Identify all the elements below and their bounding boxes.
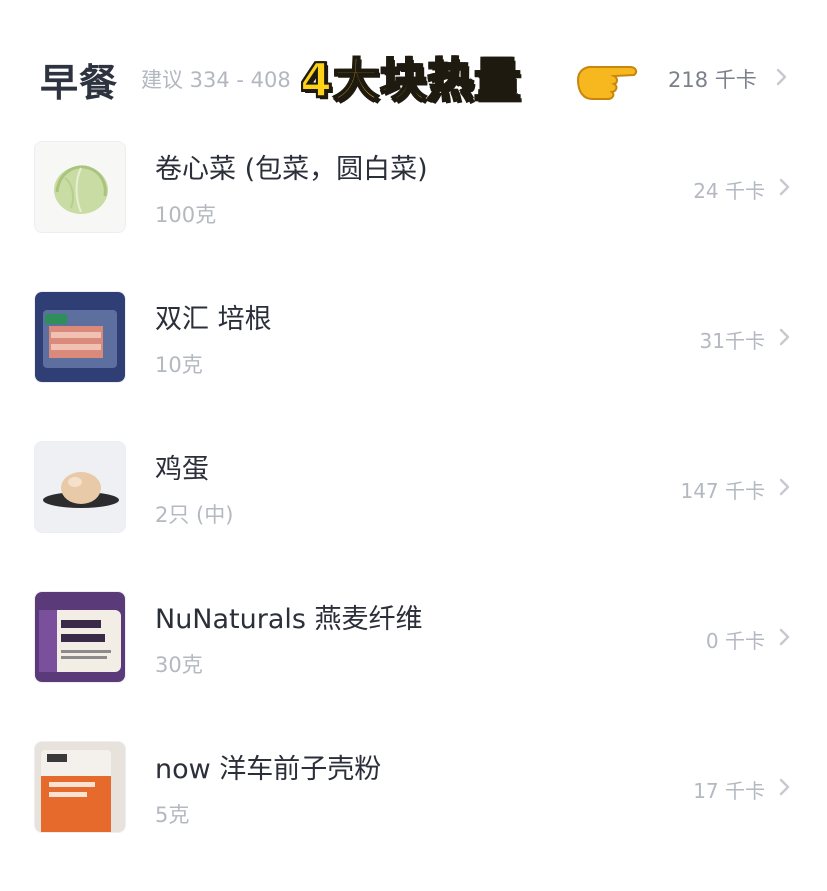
food-name: now 洋车前子壳粉 xyxy=(155,754,382,785)
chevron-right-icon xyxy=(779,628,790,646)
food-name: 双汇 培根 xyxy=(155,304,272,335)
food-item[interactable]: 卷心菜 (包菜，圆白菜) 100克 24 千卡 xyxy=(0,141,827,291)
oat-fiber-package-thumbnail xyxy=(34,591,126,683)
food-name: NuNaturals 燕麦纤维 xyxy=(155,604,423,635)
food-amount: 30克 xyxy=(155,653,203,677)
food-calories: 0 千卡 xyxy=(705,629,765,653)
food-calories: 147 千卡 xyxy=(680,479,765,503)
food-calories: 17 千卡 xyxy=(693,779,765,803)
chevron-right-icon xyxy=(776,68,787,86)
chevron-right-icon xyxy=(779,328,790,346)
bacon-package-thumbnail xyxy=(34,291,126,383)
food-item[interactable]: NuNaturals 燕麦纤维 30克 0 千卡 xyxy=(0,591,827,741)
food-calories: 31千卡 xyxy=(699,329,765,353)
food-name: 鸡蛋 xyxy=(155,454,209,485)
food-item[interactable]: 双汇 培根 10克 31千卡 xyxy=(0,291,827,441)
food-item[interactable]: 鸡蛋 2只 (中) 147 千卡 xyxy=(0,441,827,591)
chevron-right-icon xyxy=(779,478,790,496)
food-calories: 24 千卡 xyxy=(693,179,765,203)
chevron-right-icon xyxy=(779,178,790,196)
meal-header[interactable]: 早餐 建议 334 - 408 4大块热量 218 千卡 xyxy=(0,0,827,130)
meal-calorie-suggestion: 建议 334 - 408 xyxy=(141,68,291,92)
chevron-right-icon xyxy=(779,778,790,796)
food-amount: 5克 xyxy=(155,803,190,827)
food-amount: 2只 (中) xyxy=(155,503,234,527)
overlay-caption: 4大块热量 xyxy=(299,52,522,108)
egg-thumbnail xyxy=(34,441,126,533)
psyllium-package-thumbnail xyxy=(34,741,126,833)
pointing-hand-icon xyxy=(576,65,638,100)
meal-title: 早餐 xyxy=(40,61,119,105)
food-amount: 10克 xyxy=(155,353,203,377)
food-amount: 100克 xyxy=(155,203,217,227)
food-item[interactable]: now 洋车前子壳粉 5克 17 千卡 xyxy=(0,741,827,891)
food-name: 卷心菜 (包菜，圆白菜) xyxy=(155,154,428,185)
cabbage-thumbnail xyxy=(34,141,126,233)
meal-total-calories: 218 千卡 xyxy=(668,68,757,92)
